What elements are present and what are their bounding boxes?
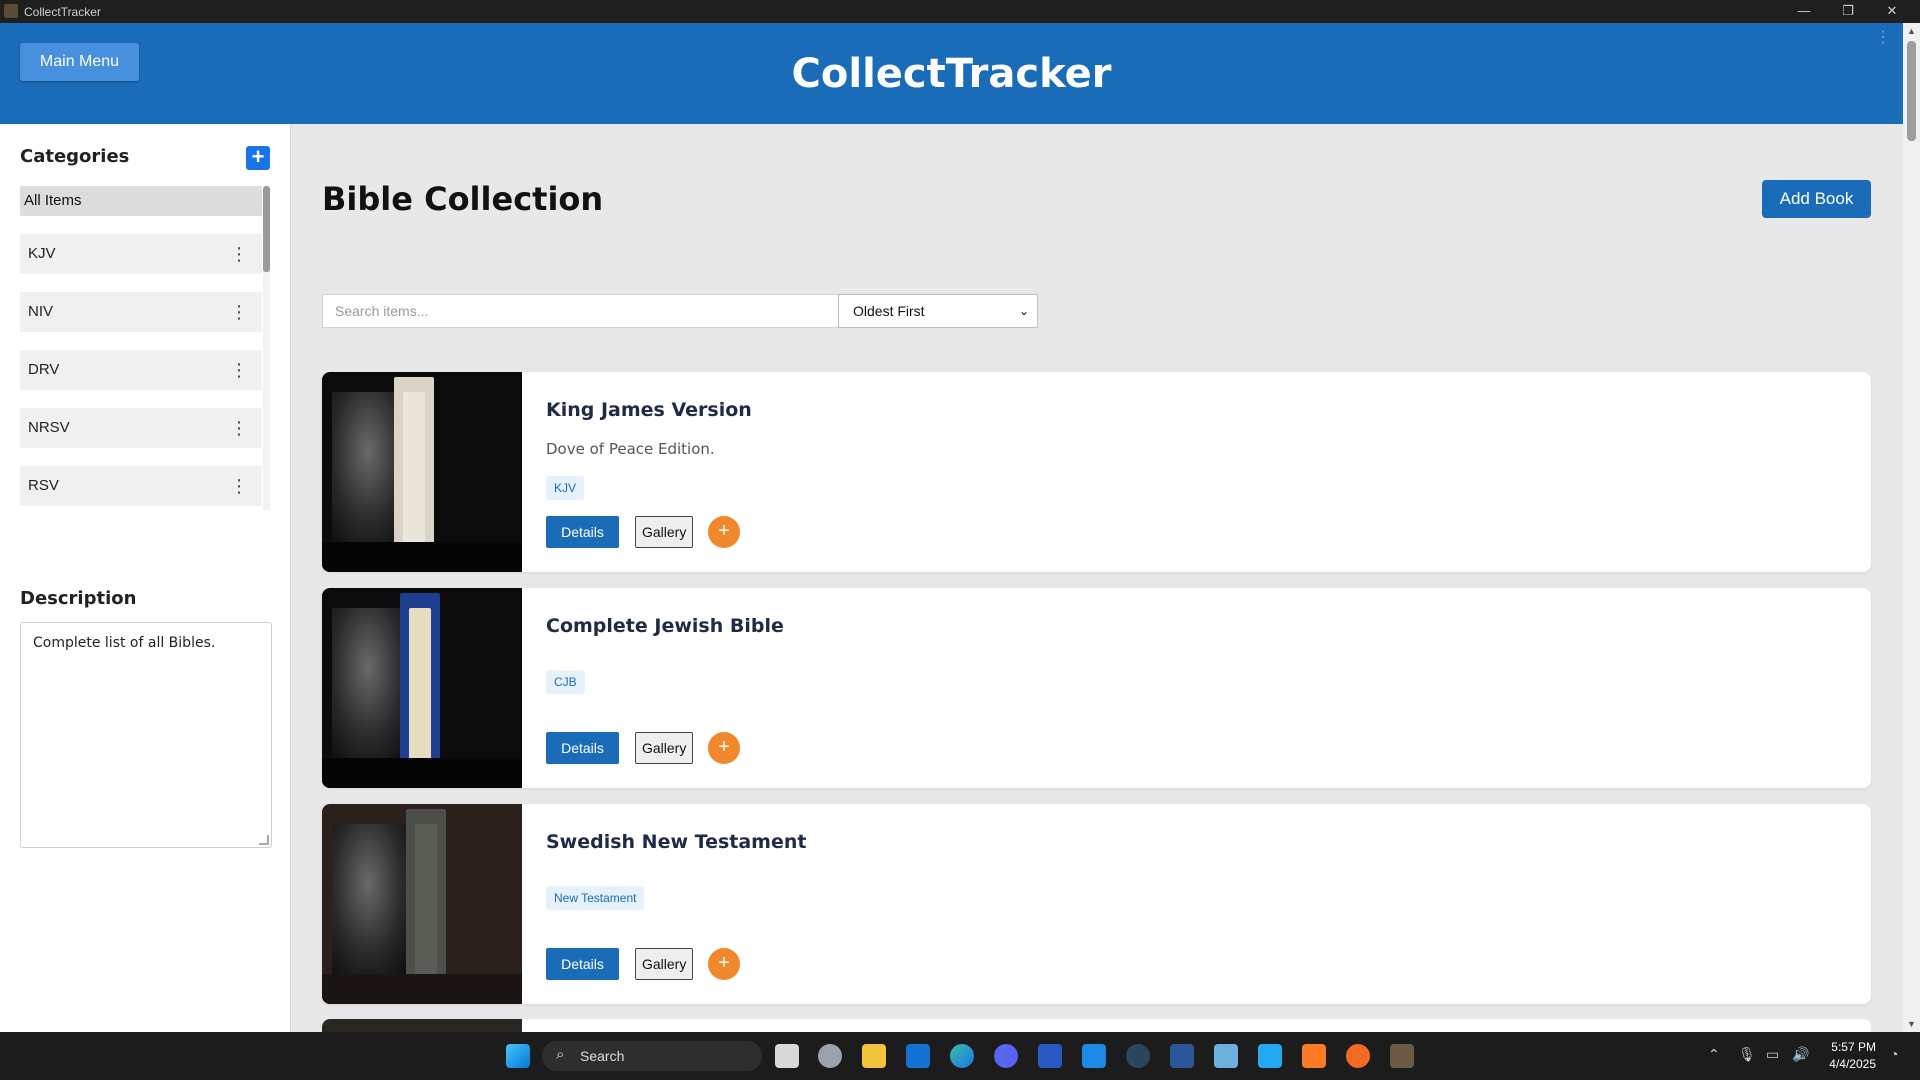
category-menu-icon[interactable]: ⋮ [230, 350, 248, 390]
description-text: Complete list of all Bibles. [33, 635, 216, 651]
category-label: NRSV [28, 419, 70, 436]
category-menu-icon[interactable]: ⋮ [230, 408, 248, 448]
category-menu-icon[interactable]: ⋮ [230, 466, 248, 506]
app-header: Main Menu CollectTracker ⋮ [0, 23, 1903, 124]
restore-button[interactable]: ❐ [1826, 0, 1870, 23]
description-heading: Description [20, 588, 137, 609]
outlook-icon[interactable] [906, 1044, 930, 1068]
sidebar: Categories + All Items KJV ⋮ NIV ⋮ DRV ⋮… [0, 124, 291, 1032]
file-explorer-icon[interactable] [862, 1044, 886, 1068]
category-label: RSV [28, 477, 59, 494]
category-menu-icon[interactable]: ⋮ [230, 234, 248, 274]
window-titlebar: CollectTracker — ❐ ✕ [0, 0, 1920, 23]
item-card: Complete Jewish Bible CJB Details Galler… [322, 588, 1871, 788]
item-photo[interactable] [322, 804, 522, 1004]
item-name: King James Version [546, 399, 752, 421]
details-button[interactable]: Details [546, 948, 619, 980]
taskbar-clock[interactable]: 5:57 PM 4/4/2025 [1820, 1039, 1876, 1073]
bing-icon[interactable] [1082, 1044, 1106, 1068]
gallery-button[interactable]: Gallery [635, 516, 693, 548]
details-button[interactable]: Details [546, 732, 619, 764]
edge-icon[interactable] [950, 1044, 974, 1068]
category-item[interactable]: NRSV ⋮ [20, 408, 262, 448]
search-icon: ⌕ [556, 1046, 565, 1063]
notepad-icon[interactable] [1214, 1044, 1238, 1068]
item-photo[interactable] [322, 588, 522, 788]
page-title: Bible Collection [322, 180, 604, 218]
main-scrollbar[interactable]: ▲ ▼ [1903, 23, 1920, 1032]
category-label: NIV [28, 303, 54, 320]
item-photo[interactable] [322, 1019, 522, 1032]
item-card: Swedish New Testament New Testament Deta… [322, 804, 1871, 1004]
scroll-up-icon[interactable]: ▲ [1907, 26, 1916, 36]
category-label: KJV [28, 245, 56, 262]
chevron-up-icon[interactable]: ⌃ [1708, 1046, 1720, 1063]
item-name: Complete Jewish Bible [546, 615, 784, 637]
category-item[interactable]: NIV ⋮ [20, 292, 262, 332]
item-card-partial [322, 1019, 1871, 1032]
chevron-down-icon: ⌄ [1018, 304, 1029, 318]
add-category-button[interactable]: + [246, 146, 270, 170]
steam-icon[interactable] [1126, 1044, 1150, 1068]
category-item[interactable]: KJV ⋮ [20, 234, 262, 274]
windows-start-icon[interactable] [506, 1044, 530, 1068]
gallery-button[interactable]: Gallery [635, 948, 693, 980]
category-item[interactable]: DRV ⋮ [20, 350, 262, 390]
category-all-items[interactable]: All Items [20, 186, 262, 216]
category-label: DRV [28, 361, 60, 378]
gallery-button[interactable]: Gallery [635, 732, 693, 764]
item-name: Swedish New Testament [546, 831, 807, 853]
clock-date: 4/4/2025 [1829, 1057, 1876, 1071]
sort-selected-value: Oldest First [853, 303, 925, 319]
main-scroll-thumb[interactable] [1907, 41, 1916, 141]
app-icon [4, 4, 18, 18]
category-scrollbar[interactable] [263, 186, 270, 510]
item-photo[interactable] [322, 372, 522, 572]
word-icon[interactable] [1170, 1044, 1194, 1068]
photos-icon[interactable] [1038, 1044, 1062, 1068]
category-menu-icon[interactable]: ⋮ [230, 292, 248, 332]
scroll-down-icon[interactable]: ▼ [1907, 1019, 1916, 1029]
add-photo-button[interactable]: + [708, 516, 740, 548]
add-book-button[interactable]: Add Book [1762, 180, 1871, 218]
taskbar-search[interactable]: ⌕ Search [542, 1041, 762, 1071]
details-button[interactable]: Details [546, 516, 619, 548]
add-photo-button[interactable]: + [708, 732, 740, 764]
settings-icon[interactable] [818, 1044, 842, 1068]
volume-icon[interactable]: 🔊 [1792, 1046, 1809, 1063]
clock-time: 5:57 PM [1831, 1040, 1876, 1054]
app-title: CollectTracker [791, 51, 1112, 97]
task-view-icon[interactable] [775, 1044, 799, 1068]
minimize-button[interactable]: — [1782, 0, 1826, 23]
pencil-app-icon[interactable] [1346, 1044, 1370, 1068]
close-button[interactable]: ✕ [1870, 0, 1914, 23]
item-card: King James Version Dove of Peace Edition… [322, 372, 1871, 572]
item-subtitle: Dove of Peace Edition. [546, 440, 715, 458]
vscode-icon[interactable] [1258, 1044, 1282, 1068]
description-textarea[interactable]: Complete list of all Bibles. [20, 622, 272, 848]
sort-select[interactable]: Oldest First ⌄ [838, 294, 1038, 328]
search-input[interactable] [322, 294, 840, 328]
network-icon[interactable]: ▭ [1766, 1046, 1779, 1063]
categories-heading: Categories [20, 146, 130, 167]
category-scroll-thumb[interactable] [263, 186, 270, 272]
xampp-icon[interactable] [1302, 1044, 1326, 1068]
item-tag: KJV [546, 476, 585, 500]
item-tag: New Testament [546, 886, 645, 910]
collecttracker-icon[interactable] [1390, 1044, 1414, 1068]
item-tag: CJB [546, 670, 585, 694]
add-photo-button[interactable]: + [708, 948, 740, 980]
windows-taskbar: ⌕ Search ⌃ 🎙 ▭ 🔊 5:57 PM 4/4/2025 ◔ [0, 1032, 1920, 1080]
header-kebab-icon[interactable]: ⋮ [1875, 30, 1891, 46]
window-title: CollectTracker [24, 5, 101, 19]
category-list: All Items KJV ⋮ NIV ⋮ DRV ⋮ NRSV ⋮ RSV ⋮ [20, 186, 270, 510]
resize-grip-icon[interactable] [259, 835, 269, 845]
microphone-icon[interactable]: 🎙 [1738, 1046, 1756, 1063]
discord-icon[interactable] [994, 1044, 1018, 1068]
category-item[interactable]: RSV ⋮ [20, 466, 262, 506]
notification-icon[interactable]: ◔ [1890, 1046, 1898, 1062]
taskbar-search-label: Search [580, 1048, 625, 1064]
